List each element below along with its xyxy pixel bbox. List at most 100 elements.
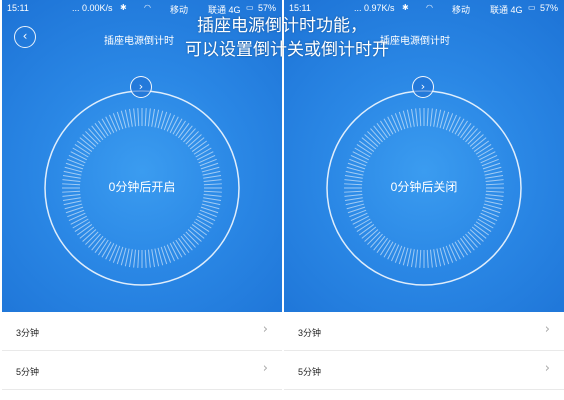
dial-tick (354, 218, 371, 229)
dial-tick (178, 122, 190, 139)
dial-tick (477, 147, 494, 158)
dial-tick (144, 249, 147, 268)
next-button[interactable]: › (412, 76, 434, 98)
dial-tick (344, 197, 363, 202)
dial-tick (479, 151, 496, 161)
list-item-label: 3分钟 (16, 328, 40, 338)
dial-tick (410, 249, 415, 268)
dial-tick (383, 118, 394, 135)
dial-tick (154, 109, 160, 128)
dial-tick (133, 108, 137, 127)
dial-tick (376, 237, 388, 254)
dial-tick (426, 108, 429, 127)
dial-tick (147, 249, 151, 268)
status-network-speed: ... 0.00K/s (72, 3, 113, 13)
dial-tick (98, 120, 109, 137)
right-chevron-icon: › (262, 361, 268, 376)
dial-tick (380, 239, 391, 256)
dial-tick (433, 249, 438, 268)
dial-tick (451, 243, 461, 260)
dial-tick (415, 249, 419, 268)
dial-tick (436, 248, 442, 267)
dial-tick (74, 221, 91, 232)
dial-tick (70, 151, 87, 161)
dial-tick (195, 147, 212, 158)
dial-tick (63, 170, 82, 176)
dial-tick (485, 197, 504, 202)
dial-tick (105, 116, 115, 133)
dial-tick (448, 114, 457, 132)
status-network-speed: ... 0.97K/s (354, 3, 395, 13)
dial-tick (154, 248, 160, 267)
dial-tick (460, 122, 472, 139)
list-item-3min[interactable]: 3分钟 › (284, 312, 564, 351)
list-item-5min[interactable]: 5分钟 › (284, 351, 564, 390)
dial-tick (202, 170, 221, 176)
dial-tick (477, 218, 494, 229)
right-chevron-icon: › (544, 322, 550, 337)
battery-icon: ▭ (528, 3, 536, 12)
list-item-label: 5分钟 (16, 367, 40, 377)
dial-tick (354, 147, 371, 158)
dial-tick (433, 108, 438, 127)
dial-tick (124, 248, 130, 267)
dial-tick (133, 249, 137, 268)
dial-tick (98, 239, 109, 256)
dial-tick (350, 212, 368, 221)
dial-tick (387, 116, 397, 133)
duration-list: 3分钟 › 5分钟 › (284, 312, 564, 390)
dial-tick (380, 120, 391, 137)
dial-tick (426, 249, 429, 268)
dial-tick (376, 122, 388, 139)
dial-tick (429, 108, 433, 127)
dial-tick (391, 114, 400, 132)
dial-tick (191, 140, 208, 152)
list-item-label: 3分钟 (298, 328, 322, 338)
dial-label: 0分钟后关闭 (390, 180, 458, 194)
dial-tick (109, 244, 118, 262)
dial-tick (63, 200, 82, 206)
dial-tick (172, 241, 183, 258)
dial-tick (451, 116, 461, 133)
dial-tick (72, 218, 89, 229)
caption-line-1: 插座电源倒计时功能， (197, 16, 367, 36)
dial-tick (454, 118, 465, 135)
dial-tick (74, 144, 91, 155)
dial-tick (193, 221, 210, 232)
dial-tick (415, 108, 419, 127)
dial-tick (128, 108, 133, 127)
dial-tick (68, 212, 86, 221)
dial-tick (124, 109, 130, 128)
dial-tick (457, 239, 468, 256)
duration-list: 3分钟 › 5分钟 › (2, 312, 282, 390)
status-time: 15:11 (289, 3, 311, 13)
dial-tick (147, 108, 151, 127)
dial-tick (480, 212, 498, 221)
dial-tick (72, 147, 89, 158)
next-button[interactable]: › (130, 76, 152, 98)
dial-tick (76, 224, 93, 236)
dial-tick (387, 243, 397, 260)
list-item-3min[interactable]: 3分钟 › (2, 312, 282, 351)
list-item-label: 5分钟 (298, 367, 322, 377)
dial-tick (383, 241, 394, 258)
dial-tick (406, 248, 412, 267)
right-chevron-icon: › (262, 322, 268, 337)
dial-tick (352, 151, 369, 161)
status-battery: 57% (258, 3, 277, 13)
dial-tick (101, 241, 112, 258)
dial-tick (406, 109, 412, 128)
dial-tick (70, 215, 87, 225)
dial-tick (169, 243, 179, 260)
dial-tick (151, 108, 156, 127)
dial-tick (479, 215, 496, 225)
dial-tick (175, 239, 186, 256)
dial-tick (198, 212, 216, 221)
dial-tick (202, 200, 221, 206)
dial-tick (358, 224, 375, 236)
dial-tick (191, 224, 208, 236)
dial-tick (358, 140, 375, 152)
dial-tick (473, 140, 490, 152)
list-item-5min[interactable]: 5分钟 › (2, 351, 282, 390)
dial-tick (203, 197, 222, 202)
